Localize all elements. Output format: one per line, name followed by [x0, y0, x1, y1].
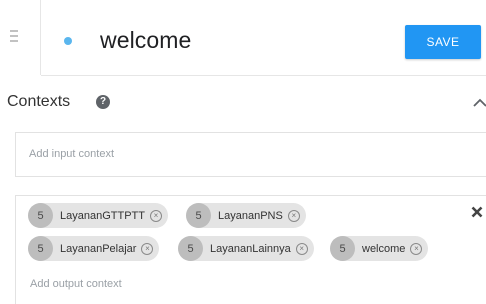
chip-lifespan[interactable]: 5	[28, 203, 53, 228]
chip-lifespan[interactable]: 5	[186, 203, 211, 228]
input-context-field[interactable]: Add input context	[15, 132, 486, 177]
remove-chip-icon[interactable]: ×	[410, 242, 423, 255]
chip-lifespan[interactable]: 5	[178, 236, 203, 261]
contexts-title: Contexts	[7, 93, 71, 110]
save-button[interactable]: SAVE	[405, 25, 481, 59]
remove-chip-icon[interactable]: ×	[141, 242, 154, 255]
output-context-chip[interactable]: 5 LayananGTTPTT ×	[28, 203, 168, 228]
help-icon[interactable]: ?	[96, 95, 110, 109]
intent-name[interactable]: welcome	[100, 27, 191, 54]
remove-chip-icon[interactable]: ×	[287, 209, 300, 222]
input-context-placeholder: Add input context	[29, 148, 115, 160]
status-dot	[64, 37, 72, 45]
output-context-chip[interactable]: 5 LayananLainnya ×	[178, 236, 314, 261]
left-strip	[0, 0, 41, 75]
chip-lifespan[interactable]: 5	[330, 236, 355, 261]
output-context-chip[interactable]: 5 LayananPNS ×	[186, 203, 306, 228]
chip-lifespan[interactable]: 5	[28, 236, 53, 261]
remove-chip-icon[interactable]: ×	[295, 242, 308, 255]
chevron-up-icon[interactable]	[473, 96, 486, 109]
intent-header: welcome SAVE	[41, 0, 486, 76]
chip-label: LayananPNS	[218, 209, 283, 222]
drag-handle-icon[interactable]	[10, 30, 18, 46]
chip-label: LayananGTTPTT	[60, 209, 145, 222]
output-context-placeholder: Add output context	[30, 278, 122, 290]
chip-label: LayananPelajar	[60, 242, 137, 255]
chip-label: welcome	[362, 242, 406, 255]
chip-label: LayananLainnya	[210, 242, 291, 255]
output-context-chip[interactable]: 5 welcome ×	[330, 236, 429, 261]
remove-chip-icon[interactable]: ×	[149, 209, 162, 222]
clear-all-icon[interactable]	[471, 206, 483, 218]
output-context-chip[interactable]: 5 LayananPelajar ×	[28, 236, 160, 261]
